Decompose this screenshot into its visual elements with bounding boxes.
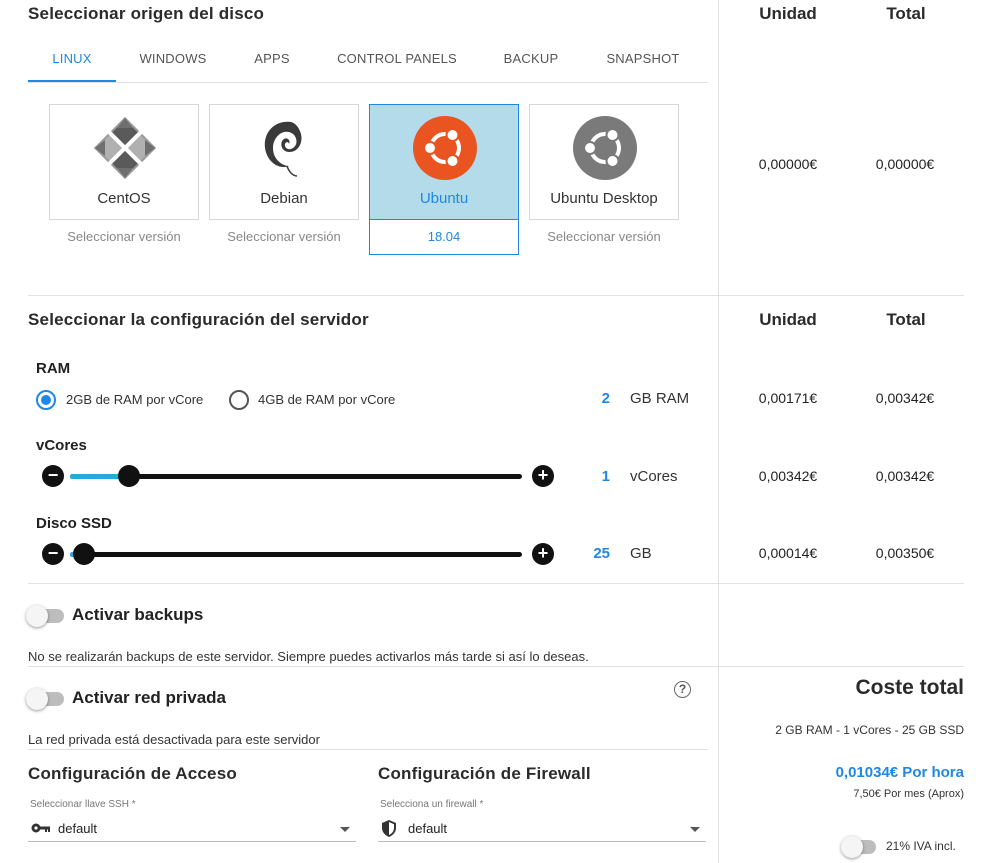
disk-unit-header: Unidad <box>759 4 817 23</box>
ssd-total-price: 0,00350€ <box>875 545 935 561</box>
image-name-ubuntu: Ubuntu <box>419 190 469 207</box>
version-select-ubuntu-desktop[interactable]: Seleccionar versión <box>529 219 679 255</box>
tab-snapshot[interactable]: SNAPSHOT <box>594 51 692 66</box>
vcores-total-price: 0,00342€ <box>875 468 935 484</box>
ram-unit: GB RAM <box>630 390 690 407</box>
ram-option-4gb-label: 4GB de RAM por vCore <box>258 392 396 407</box>
ubuntu-desktop-logo-icon <box>573 116 637 180</box>
debian-logo-icon <box>253 116 317 180</box>
access-section-title: Configuración de Acceso <box>28 764 237 783</box>
server-section-title: Seleccionar la configuración del servido… <box>28 310 369 329</box>
firewall-select[interactable]: default <box>378 816 706 842</box>
private-network-label: Activar red privada <box>72 688 227 707</box>
ssd-unit-price: 0,00014€ <box>758 545 818 561</box>
chevron-down-icon <box>340 827 350 832</box>
image-name-centos: CentOS <box>97 190 151 207</box>
private-network-toggle[interactable] <box>26 688 64 710</box>
centos-logo-icon <box>93 116 157 180</box>
private-network-note: La red privada está desactivada para est… <box>28 732 320 747</box>
ram-label: RAM <box>36 360 71 377</box>
firewall-value: default <box>408 821 448 836</box>
ram-value: 2 <box>601 390 610 407</box>
tab-apps[interactable]: APPS <box>232 51 312 66</box>
ssd-increase-button[interactable]: + <box>532 543 554 565</box>
ssd-decrease-button[interactable]: − <box>42 543 64 565</box>
vcores-unit-price: 0,00342€ <box>758 468 818 484</box>
vcores-slider-handle[interactable] <box>117 465 140 487</box>
chevron-down-icon <box>690 827 700 832</box>
disk-section-title: Seleccionar origen del disco <box>28 4 265 23</box>
backups-note: No se realizarán backups de este servido… <box>28 649 589 664</box>
private-network-toggle-thumb <box>26 688 48 710</box>
ssh-key-value: default <box>58 821 98 836</box>
summary-column-divider <box>718 0 719 863</box>
vcores-value: 1 <box>601 468 610 485</box>
tab-backup[interactable]: BACKUP <box>486 51 576 66</box>
image-card-ubuntu-desktop[interactable]: Ubuntu Desktop Seleccionar versión <box>529 104 679 255</box>
ssd-unit: GB <box>630 545 652 562</box>
total-cost-hourly: 0,01034€ Por hora <box>835 764 964 781</box>
shield-icon <box>382 820 396 842</box>
backups-toggle-thumb <box>26 605 48 627</box>
total-cost-specs: 2 GB RAM - 1 vCores - 25 GB SSD <box>775 723 964 737</box>
vat-toggle-thumb <box>841 836 863 858</box>
vcores-increase-button[interactable]: + <box>532 465 554 487</box>
vcores-unit: vCores <box>630 468 678 485</box>
help-icon[interactable]: ? <box>674 681 691 698</box>
image-name-ubuntu-desktop: Ubuntu Desktop <box>550 190 658 207</box>
disk-unit-price: 0,00000€ <box>758 156 818 172</box>
tab-control-panels[interactable]: CONTROL PANELS <box>326 51 468 66</box>
firewall-section-title: Configuración de Firewall <box>378 764 591 783</box>
version-select-ubuntu[interactable]: 18.04 <box>369 219 519 255</box>
server-unit-header: Unidad <box>759 310 817 329</box>
ssd-slider-handle[interactable] <box>72 543 95 565</box>
version-select-debian[interactable]: Seleccionar versión <box>209 219 359 255</box>
ram-option-2gb-radio[interactable] <box>36 390 56 410</box>
backups-label: Activar backups <box>72 605 204 624</box>
tabs-underline <box>28 82 708 83</box>
ram-option-4gb-radio[interactable] <box>229 390 249 410</box>
vcores-decrease-button[interactable]: − <box>42 465 64 487</box>
section-divider-server <box>28 583 964 584</box>
vcores-label: vCores <box>36 437 87 454</box>
ssh-key-select[interactable]: default <box>28 816 356 842</box>
ssh-key-field-label: Seleccionar llave SSH * <box>30 799 136 810</box>
disk-total-header: Total <box>886 4 926 23</box>
ssd-value: 25 <box>593 545 610 562</box>
server-total-header: Total <box>886 310 926 329</box>
key-icon <box>31 821 51 840</box>
disk-total-price: 0,00000€ <box>875 156 935 172</box>
ram-option-2gb-label: 2GB de RAM por vCore <box>66 392 204 407</box>
section-divider-disk <box>28 295 964 296</box>
ubuntu-logo-icon <box>413 116 477 180</box>
section-divider-backups <box>28 666 964 667</box>
tab-windows[interactable]: WINDOWS <box>128 51 218 66</box>
backups-toggle[interactable] <box>26 605 64 627</box>
ram-unit-price: 0,00171€ <box>758 390 818 406</box>
version-select-centos[interactable]: Seleccionar versión <box>49 219 199 255</box>
image-card-ubuntu[interactable]: Ubuntu 18.04 <box>369 104 519 255</box>
total-cost-title: Coste total <box>855 676 964 699</box>
tab-linux[interactable]: LINUX <box>28 51 116 66</box>
vat-label: 21% IVA incl. <box>886 839 956 853</box>
tab-active-indicator <box>28 80 116 82</box>
section-divider-network <box>28 749 708 750</box>
image-card-centos[interactable]: CentOS Seleccionar versión <box>49 104 199 255</box>
ram-total-price: 0,00342€ <box>875 390 935 406</box>
ssd-label: Disco SSD <box>36 515 112 532</box>
image-name-debian: Debian <box>260 190 308 207</box>
vat-toggle[interactable] <box>841 836 876 858</box>
ssd-slider-track[interactable] <box>70 552 522 557</box>
firewall-field-label: Selecciona un firewall * <box>380 799 484 810</box>
image-card-debian[interactable]: Debian Seleccionar versión <box>209 104 359 255</box>
total-cost-monthly: 7,50€ Por mes (Aprox) <box>853 788 964 800</box>
